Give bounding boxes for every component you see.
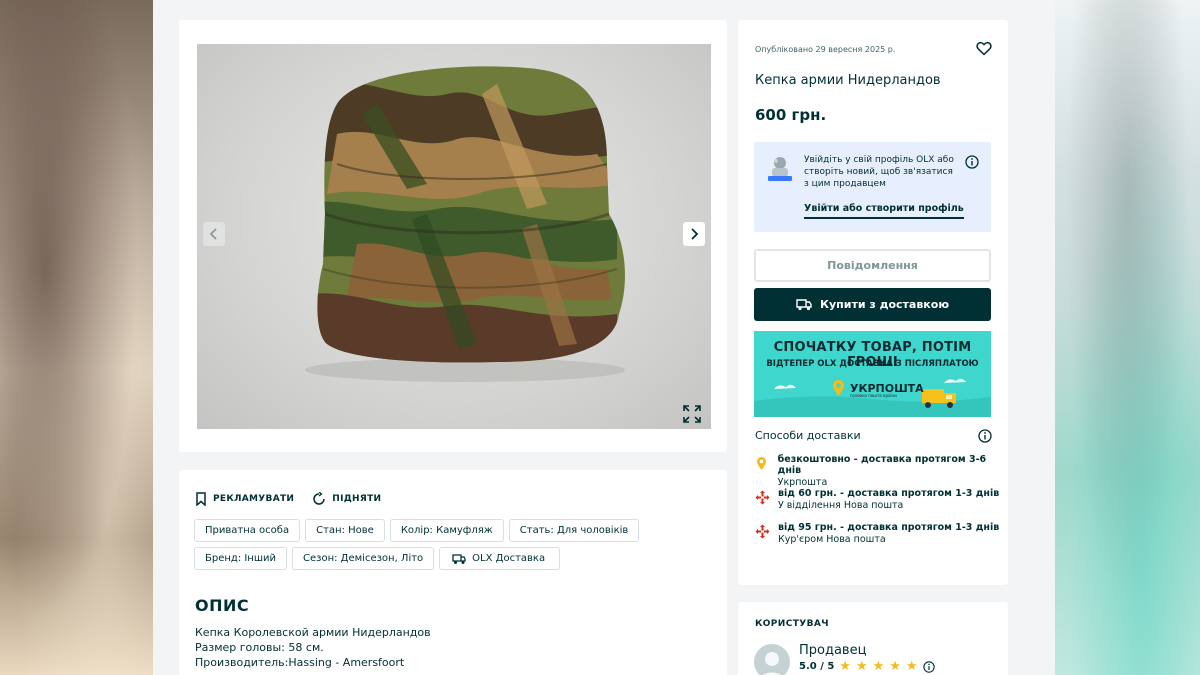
- seller-card: КОРИСТУВАЧ Продавец 5.0 / 5 ★ ★ ★ ★ ★: [738, 602, 1008, 675]
- listing-price: 600 грн.: [755, 106, 827, 124]
- background-blur-left: [0, 0, 153, 675]
- nova-poshta-icon: [754, 489, 770, 505]
- banner-subline: ВІДТЕПЕР OLX ДОСТАВКА З ПІСЛЯПЛАТОЮ: [766, 359, 979, 369]
- delivery-option-main: безкоштовно - доставка протягом 3-6 днів: [777, 454, 987, 476]
- tag-label: Стан: Нове: [316, 525, 374, 536]
- tag-color[interactable]: Колір: Камуфляж: [389, 519, 504, 542]
- attribute-tags: Приватна особа Стан: Нове Колір: Камуфля…: [194, 519, 714, 570]
- profile-illustration-icon: [768, 157, 792, 181]
- camo-cap-image: [305, 66, 625, 382]
- tag-label: OLX Доставка: [472, 553, 546, 564]
- tag-label: Бренд: Інший: [205, 553, 276, 564]
- tag-seller-type[interactable]: Приватна особа: [194, 519, 301, 542]
- heart-icon: [976, 41, 992, 56]
- star-icon: ★: [905, 659, 918, 674]
- refresh-icon: [313, 492, 325, 505]
- tag-label: Колір: Камуфляж: [400, 525, 493, 536]
- listing-photo[interactable]: [197, 44, 711, 429]
- seller-heading: КОРИСТУВАЧ: [755, 619, 829, 629]
- info-icon: [965, 155, 979, 169]
- truck-icon: [452, 553, 466, 564]
- listing-info-card: Опубліковано 29 вересня 2025 р. Кепка ар…: [738, 20, 1008, 585]
- nova-poshta-icon: [754, 523, 770, 539]
- delivery-option-sub: Кур'єром Нова пошта: [778, 534, 886, 545]
- delivery-option-ukrposhta: безкоштовно - доставка протягом 3-6 днів…: [754, 454, 1008, 488]
- tag-label: Приватна особа: [205, 525, 290, 536]
- delivery-promo-banner[interactable]: СПОЧАТКУ ТОВАР, ПОТІМ ГРОШІ ВІДТЕПЕР OLX…: [754, 331, 991, 417]
- delivery-option-sub: Укрпошта: [777, 477, 828, 488]
- promote-button[interactable]: РЕКЛАМУВАТИ: [195, 492, 294, 506]
- listing-title: Кепка армии Нидерландов: [755, 73, 941, 88]
- delivery-option-sub: У відділення Нова пошта: [778, 500, 904, 511]
- photo-gallery: [179, 20, 727, 452]
- description-title: ОПИС: [195, 596, 250, 615]
- buy-button-label: Купити з доставкою: [819, 298, 950, 311]
- login-prompt-text: Увійдіть у свій профіль OLX або створіть…: [804, 155, 954, 189]
- tag-gender[interactable]: Стать: Для чоловіків: [508, 519, 640, 542]
- info-icon[interactable]: [922, 660, 935, 673]
- gallery-prev-button[interactable]: [203, 222, 225, 246]
- tag-olx-delivery[interactable]: OLX Доставка: [439, 547, 561, 570]
- delivery-option-main: від 60 грн. - доставка протягом 1-3 днів: [778, 488, 1000, 499]
- delivery-methods-title: Способи доставки: [755, 429, 861, 442]
- expand-icon: [683, 405, 701, 423]
- seller-name[interactable]: Продавец: [799, 643, 866, 658]
- ukrposhta-logo: УКРПОШТА головна пошта країни: [832, 379, 924, 398]
- star-icon: ★: [872, 659, 885, 674]
- truck-icon: [796, 299, 812, 311]
- avatar[interactable]: [754, 644, 790, 675]
- tag-label: Стать: Для чоловіків: [519, 525, 629, 536]
- seller-rating: 5.0 / 5 ★ ★ ★ ★ ★: [799, 660, 935, 673]
- bookmark-icon: [196, 492, 206, 506]
- login-prompt: Увійдіть у свій профіль OLX або створіть…: [754, 142, 991, 232]
- delivery-option-nova-courier: від 95 грн. - доставка протягом 1-3 днів…: [754, 522, 999, 545]
- chevron-left-icon: [209, 228, 217, 240]
- tag-brand[interactable]: Бренд: Інший: [194, 547, 287, 570]
- description-line: Производитель:Hassing - Amersfoort: [195, 656, 405, 669]
- login-info-button[interactable]: [965, 154, 979, 173]
- star-icon: ★: [889, 659, 901, 674]
- details-card: РЕКЛАМУВАТИ ПІДНЯТИ Приватна особа Стан:…: [179, 470, 727, 675]
- raise-button[interactable]: ПІДНЯТИ: [312, 492, 381, 506]
- message-button[interactable]: Повідомлення: [754, 249, 991, 282]
- login-link[interactable]: Увійти або створити профіль: [804, 203, 964, 219]
- user-avatar-icon: [762, 652, 782, 675]
- tag-season[interactable]: Сезон: Демісезон, Літо: [292, 547, 435, 570]
- published-date: Опубліковано 29 вересня 2025 р.: [755, 45, 896, 54]
- ukrposhta-pin-icon: [833, 380, 844, 396]
- delivery-option-nova-branch: від 60 грн. - доставка протягом 1-3 днів…: [754, 488, 999, 511]
- tag-label: Сезон: Демісезон, Літо: [303, 553, 424, 564]
- delivery-option-main: від 95 грн. - доставка протягом 1-3 днів: [778, 522, 1000, 533]
- chevron-right-icon: [691, 228, 699, 240]
- rating-value: 5.0 / 5: [799, 661, 835, 672]
- listing-actions: РЕКЛАМУВАТИ ПІДНЯТИ: [195, 492, 381, 506]
- description-line: Кепка Королевской армии Нидерландов: [195, 626, 431, 639]
- delivery-info-button[interactable]: [978, 428, 992, 447]
- background-blur-right: [1055, 0, 1200, 675]
- ukrposhta-pin-icon: [754, 455, 770, 471]
- gallery-next-button[interactable]: [683, 222, 705, 246]
- raise-label: ПІДНЯТИ: [332, 494, 382, 504]
- listing-page: РЕКЛАМУВАТИ ПІДНЯТИ Приватна особа Стан:…: [153, 0, 1055, 675]
- buy-with-delivery-button[interactable]: Купити з доставкою: [754, 288, 991, 321]
- star-icon: ★: [839, 659, 851, 674]
- tag-condition[interactable]: Стан: Нове: [305, 519, 385, 542]
- fullscreen-button[interactable]: [681, 403, 703, 425]
- promote-label: РЕКЛАМУВАТИ: [213, 494, 295, 504]
- star-icon: ★: [855, 659, 868, 674]
- ukrposhta-tagline: головна пошта країни: [850, 393, 897, 398]
- description-line: Размер головы: 58 см.: [195, 641, 324, 654]
- description-text: Кепка Королевской армии Нидерландов Разм…: [195, 625, 431, 670]
- info-icon: [978, 429, 992, 443]
- favorite-button[interactable]: [976, 41, 992, 60]
